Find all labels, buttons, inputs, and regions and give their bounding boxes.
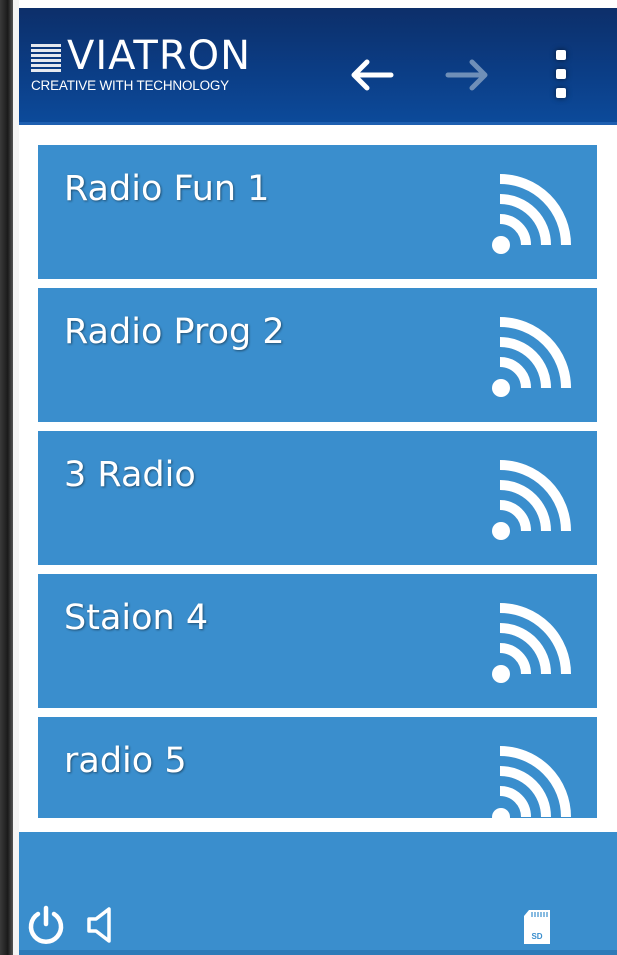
wifi-signal-icon xyxy=(492,603,571,683)
station-item[interactable]: Staion 4 xyxy=(38,574,597,708)
sd-card-icon: SD xyxy=(524,910,550,944)
logo-stripes xyxy=(31,44,61,74)
station-item[interactable]: Radio Fun 1 xyxy=(38,145,597,279)
bezel-gap xyxy=(13,0,19,955)
station-item[interactable]: 3 Radio xyxy=(38,431,597,565)
arrow-right-icon xyxy=(445,59,488,91)
power-button[interactable] xyxy=(25,904,67,946)
wifi-signal-icon xyxy=(492,746,571,819)
station-label: Radio Prog 2 xyxy=(64,312,285,352)
speaker-icon xyxy=(87,907,111,943)
station-label: radio 5 xyxy=(64,741,187,781)
brand-logo: VIATRON CREATIVE WITH TECHNOLOGY xyxy=(31,34,271,100)
bottom-toolbar: SD xyxy=(19,832,617,955)
wifi-signal-icon xyxy=(492,174,571,254)
app-header: VIATRON CREATIVE WITH TECHNOLOGY xyxy=(19,8,617,122)
power-icon xyxy=(28,905,64,944)
vertical-dots-icon xyxy=(556,50,566,98)
back-button[interactable] xyxy=(344,50,400,100)
brand-name: VIATRON xyxy=(67,33,252,79)
footer-divider xyxy=(19,818,617,832)
sd-label: SD xyxy=(531,932,542,941)
station-label: Staion 4 xyxy=(64,598,209,638)
brand-tagline: CREATIVE WITH TECHNOLOGY xyxy=(31,78,229,93)
wifi-signal-icon xyxy=(492,460,571,540)
station-item[interactable]: Radio Prog 2 xyxy=(38,288,597,422)
arrow-left-icon xyxy=(351,59,394,91)
footer-edge xyxy=(19,950,617,955)
station-list: Radio Fun 1 Radio Prog 2 3 Radio Staion … xyxy=(38,145,597,819)
sd-card-button[interactable]: SD xyxy=(522,908,552,946)
wifi-signal-icon xyxy=(492,317,571,397)
station-label: 3 Radio xyxy=(64,455,196,495)
overflow-menu-button[interactable] xyxy=(539,44,583,104)
volume-button[interactable] xyxy=(85,906,115,944)
top-border xyxy=(19,0,617,8)
station-label: Radio Fun 1 xyxy=(64,169,270,209)
device-bezel xyxy=(0,0,13,955)
station-item[interactable]: radio 5 xyxy=(38,717,597,819)
forward-button[interactable] xyxy=(439,50,495,100)
app-window: VIATRON CREATIVE WITH TECHNOLOGY Radio F… xyxy=(0,0,617,955)
